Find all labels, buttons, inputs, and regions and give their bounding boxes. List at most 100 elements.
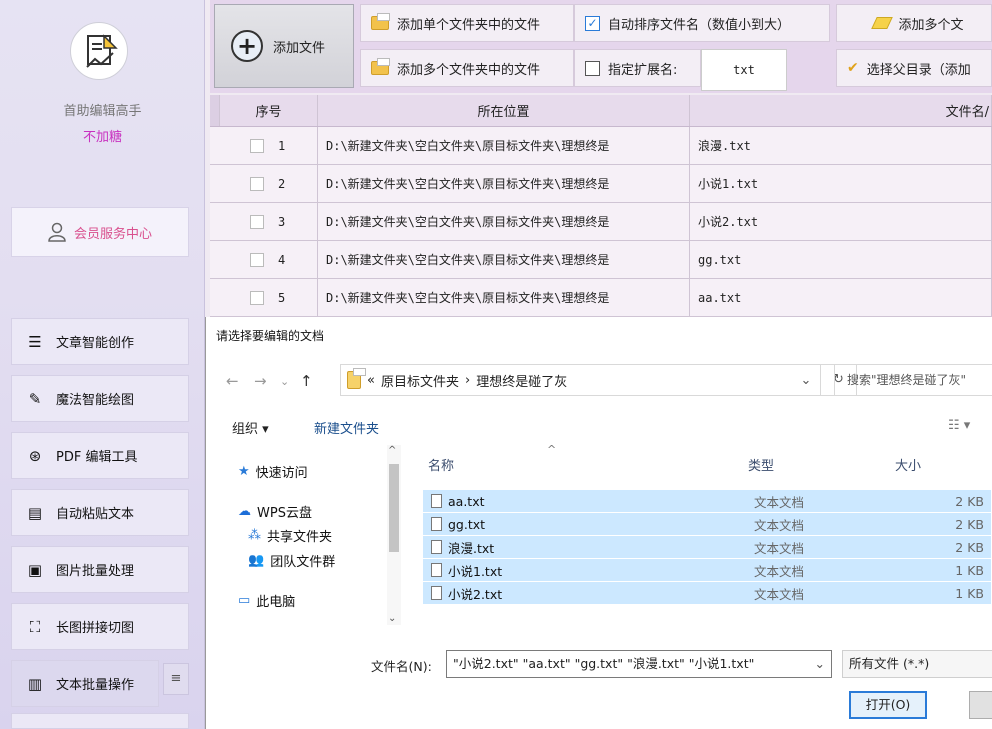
dialog-navbar: ← → ⌄ ↑ « 原目标文件夹 › 理想终是碰了灰 ⌄ ↻ 搜索"理想终是碰了… [206,360,992,400]
tree-item-this-pc[interactable]: ▭ 此电脑 [238,591,295,610]
row-index: 1 [278,138,286,153]
tree-item-shared-folder[interactable]: ⁂ 共享文件夹 [248,526,332,545]
row-checkbox[interactable] [250,214,264,229]
member-center-button[interactable]: 会员服务中心 [11,207,189,257]
row-checkbox[interactable] [250,138,264,153]
scroll-down-icon[interactable]: ⌄ [388,613,396,624]
table-row[interactable]: 5 D:\新建文件夹\空白文件夹\原目标文件夹\理想终是 aa.txt [210,279,992,317]
forward-arrow-icon[interactable]: → [254,372,267,390]
select-parent-label: 选择父目录（添加 [866,62,971,78]
file-size: 1 KB [955,585,984,601]
select-parent-button[interactable]: ✔ 选择父目录（添加 [836,49,992,87]
file-row[interactable]: 小说1.txt 文本文档 1 KB [423,559,991,581]
breadcrumb-overflow[interactable]: « [367,373,375,388]
col-header-type[interactable]: 类型 [748,455,774,474]
open-button[interactable]: 打开(O) [849,691,927,719]
col-header-path[interactable]: 所在位置 [318,95,690,126]
address-bar[interactable]: « 原目标文件夹 › 理想终是碰了灰 ⌄ [340,364,821,396]
add-multi-folder-button[interactable]: 添加多个文件夹中的文件 [360,49,574,87]
add-single-folder-button[interactable]: 添加单个文件夹中的文件 [360,4,574,42]
filename-value: "小说2.txt" "aa.txt" "gg.txt" "浪漫.txt" "小说… [453,656,755,671]
text-file-icon [431,517,442,531]
table-row[interactable]: 2 D:\新建文件夹\空白文件夹\原目标文件夹\理想终是 小说1.txt [210,165,992,203]
search-input[interactable]: 搜索"理想终是碰了灰" [834,364,992,396]
nav-image-batch[interactable]: ▣ 图片批量处理 [11,546,189,593]
nav-text-batch[interactable]: ▥ 文本批量操作 [11,660,159,707]
chevron-down-icon[interactable]: ⌄ [792,373,820,388]
back-arrow-icon[interactable]: ← [226,372,239,390]
file-row[interactable]: gg.txt 文本文档 2 KB [423,513,991,535]
nav-label: 自动粘贴文本 [56,507,135,522]
col-header-name[interactable]: 名称 [428,455,454,474]
tree-item-label: 此电脑 [256,595,296,610]
auto-sort-checkbox[interactable]: ✓ 自动排序文件名（数值小到大） [574,4,830,42]
checkbox-unchecked-icon [585,60,600,76]
file-row[interactable]: aa.txt 文本文档 2 KB [423,490,991,512]
crop-icon: ⛶ [29,617,41,636]
file-type: 文本文档 [754,586,805,602]
view-options-icon[interactable]: ☷ ▾ [948,418,970,433]
text-file-icon [431,586,442,600]
scroll-up-icon[interactable]: ^ [388,445,396,456]
row-filename: gg.txt [690,241,992,278]
file-name: 浪漫.txt [448,540,495,556]
row-index: 2 [278,176,286,191]
menu-lines-icon: ☰ [28,332,42,351]
breadcrumb-item[interactable]: 理想终是碰了灰 [476,371,567,390]
row-path: D:\新建文件夹\空白文件夹\原目标文件夹\理想终是 [318,165,690,202]
col-header-size[interactable]: 大小 [895,455,921,474]
filetype-select[interactable]: 所有文件 (*.*) [842,650,992,678]
tree-scrollbar-thumb[interactable] [389,464,399,552]
table-row[interactable]: 1 D:\新建文件夹\空白文件夹\原目标文件夹\理想终是 浪漫.txt [210,127,992,165]
file-size: 2 KB [955,493,984,509]
breadcrumb-item[interactable]: 原目标文件夹 [381,371,459,390]
nav-long-image[interactable]: ⛶ 长图拼接切图 [11,603,189,650]
recent-dropdown-icon[interactable]: ⌄ [280,375,289,388]
app-subtitle[interactable]: 不加糖 [0,126,205,145]
nav-article-creation[interactable]: ☰ 文章智能创作 [11,318,189,365]
add-file-button[interactable]: + 添加文件 [214,4,354,88]
table-row[interactable]: 4 D:\新建文件夹\空白文件夹\原目标文件夹\理想终是 gg.txt [210,241,992,279]
nav-item-partial[interactable] [11,713,189,729]
file-size: 2 KB [955,516,984,532]
col-header-index[interactable]: 序号 [220,95,318,126]
cancel-button[interactable] [969,691,992,719]
header-spacer [210,95,220,126]
sidebar: 首助编辑高手 不加糖 会员服务中心 ☰ 文章智能创作 ✎ 魔法智能绘图 ⊛ PD… [0,0,205,729]
extension-input[interactable]: txt [701,49,787,91]
file-row[interactable]: 浪漫.txt 文本文档 2 KB [423,536,991,558]
row-checkbox[interactable] [250,252,264,267]
tree-item-team-folder[interactable]: 👥 团队文件群 [248,551,335,570]
col-header-filename[interactable]: 文件名/ [690,95,992,126]
nav-auto-paste[interactable]: ▤ 自动粘贴文本 [11,489,189,536]
nav-pdf-tools[interactable]: ⊛ PDF 编辑工具 [11,432,189,479]
tree-item-label: 团队文件群 [270,555,336,570]
file-row[interactable]: 小说2.txt 文本文档 1 KB [423,582,991,604]
add-multi-files-button[interactable]: 添加多个文 [836,4,992,42]
chevron-down-icon[interactable]: ⌄ [815,651,825,677]
document-icon: ▤ [27,503,43,522]
tree-item-wps-cloud[interactable]: ☁ WPS云盘 [238,502,312,521]
nav-more-button[interactable]: ≡ [163,663,189,695]
nav-magic-drawing[interactable]: ✎ 魔法智能绘图 [11,375,189,422]
row-checkbox[interactable] [250,290,264,305]
file-name: 小说2.txt [448,586,503,602]
computer-icon: ▭ [238,593,251,608]
file-name: 小说1.txt [448,563,503,579]
member-center-label: 会员服务中心 [73,226,152,242]
folder-icon [371,58,390,75]
text-file-icon [431,540,442,554]
up-arrow-icon[interactable]: ↑ [300,372,313,390]
tree-item-quick-access[interactable]: ★ 快速访问 [238,462,308,481]
share-icon: ⁂ [248,528,261,543]
row-checkbox[interactable] [250,176,264,191]
text-file-icon [431,563,442,577]
nav-label: 图片批量处理 [56,564,135,579]
table-row[interactable]: 3 D:\新建文件夹\空白文件夹\原目标文件夹\理想终是 小说2.txt [210,203,992,241]
pdf-icon: ⊛ [28,446,42,465]
filename-input[interactable]: "小说2.txt" "aa.txt" "gg.txt" "浪漫.txt" "小说… [446,650,832,678]
new-folder-button[interactable]: 新建文件夹 [314,418,379,437]
specify-ext-checkbox[interactable]: 指定扩展名: [574,49,701,87]
organize-button[interactable]: 组织 ▾ [232,418,269,437]
row-path: D:\新建文件夹\空白文件夹\原目标文件夹\理想终是 [318,127,690,164]
